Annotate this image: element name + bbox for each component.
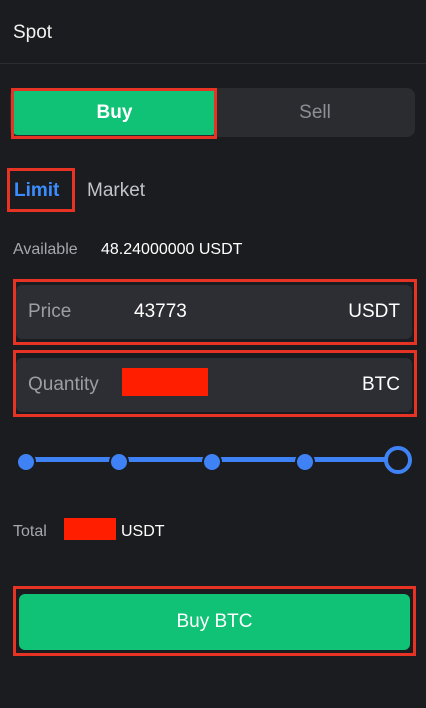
available-value: 48.24000000 USDT <box>101 241 243 258</box>
price-input[interactable]: Price 43773 USDT <box>16 285 412 339</box>
quantity-input[interactable]: Quantity BTC <box>16 358 412 412</box>
buy-tab[interactable]: Buy <box>12 90 217 135</box>
slider-stop-50[interactable] <box>202 452 222 472</box>
slider-handle[interactable] <box>384 446 412 474</box>
sell-tab[interactable]: Sell <box>215 88 415 137</box>
amount-slider[interactable] <box>16 444 416 476</box>
price-label: Price <box>28 301 72 322</box>
total-redaction <box>64 518 116 540</box>
available-label: Available <box>13 241 78 258</box>
tab-limit[interactable]: Limit <box>14 180 59 202</box>
header: Spot <box>0 0 426 64</box>
buy-sell-toggle: Buy Sell <box>10 88 415 137</box>
price-value: 43773 <box>134 301 187 322</box>
total-unit: USDT <box>121 523 165 540</box>
total-label: Total <box>13 523 47 540</box>
tab-market[interactable]: Market <box>87 180 145 202</box>
quantity-label: Quantity <box>28 374 99 395</box>
slider-stop-25[interactable] <box>109 452 129 472</box>
price-unit: USDT <box>348 301 400 322</box>
slider-stop-0[interactable] <box>16 452 36 472</box>
quantity-unit: BTC <box>362 374 400 395</box>
page-title: Spot <box>13 22 53 43</box>
buy-btc-button[interactable]: Buy BTC <box>19 594 410 650</box>
slider-stop-75[interactable] <box>295 452 315 472</box>
quantity-redaction <box>122 368 208 396</box>
